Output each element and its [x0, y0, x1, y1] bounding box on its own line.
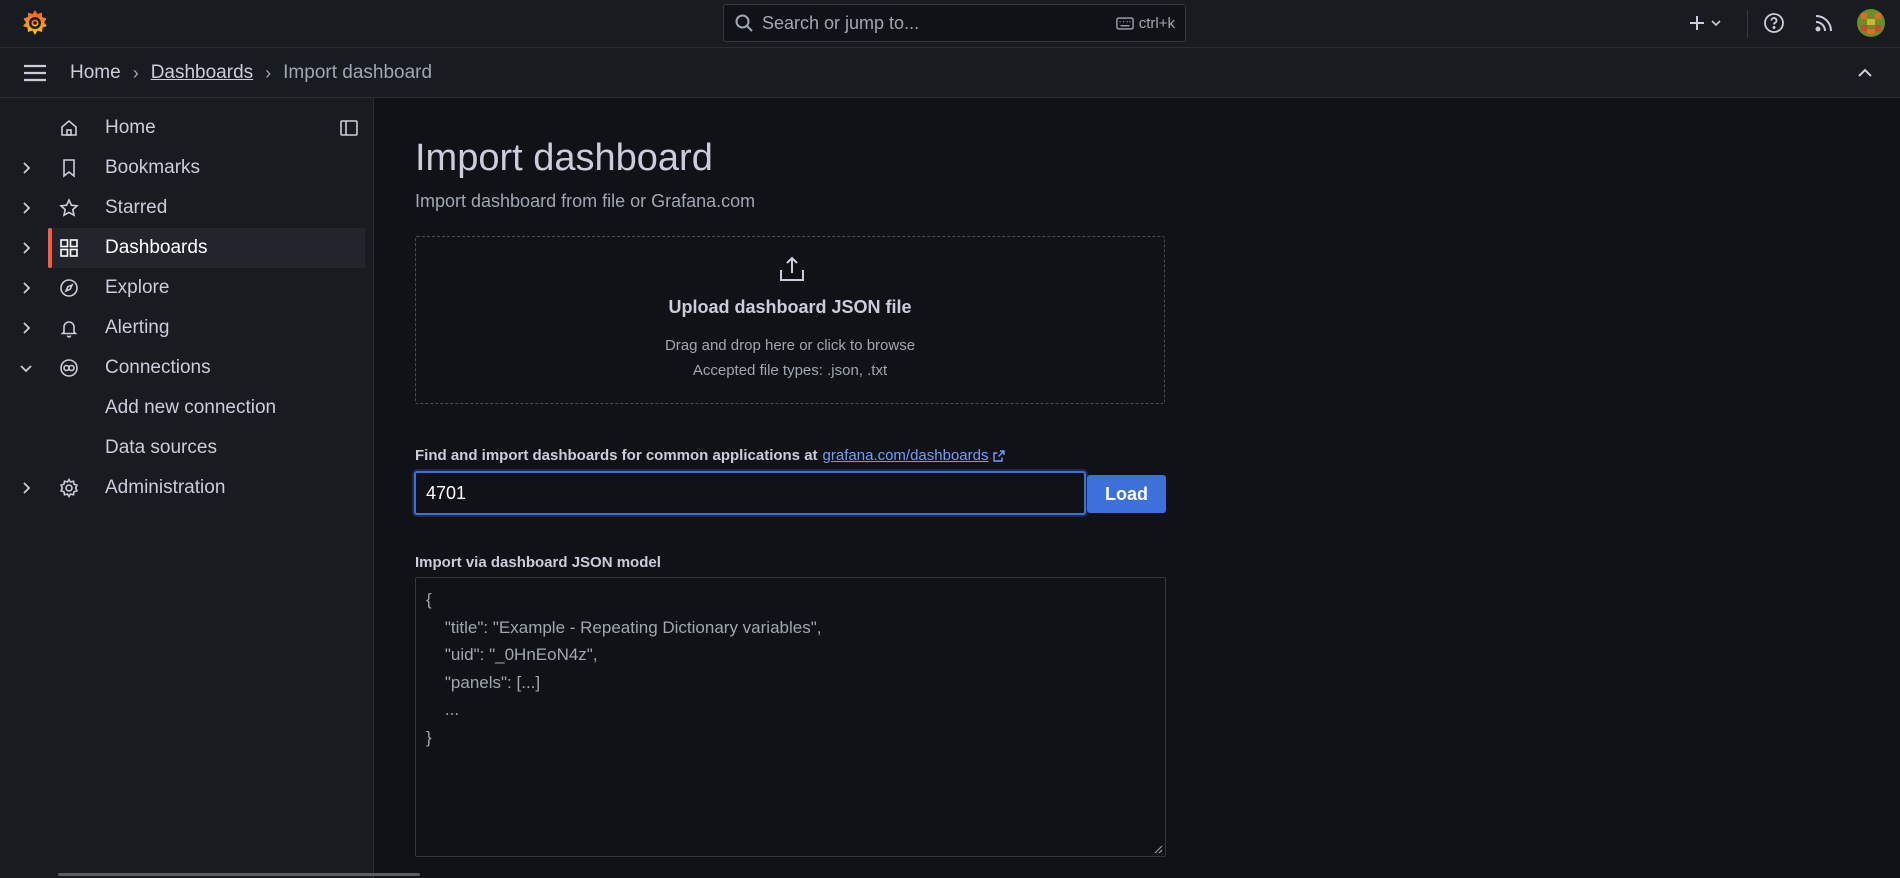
sidebar-item-bookmarks[interactable]: Bookmarks — [0, 148, 365, 188]
breadcrumb-dashboards[interactable]: Dashboards — [151, 62, 253, 84]
json-model-textarea[interactable]: { "title": "Example - Repeating Dictiona… — [415, 577, 1166, 857]
sidebar-item-label: Home — [105, 117, 156, 138]
page-subtitle: Import dashboard from file or Grafana.co… — [415, 191, 756, 211]
cog-icon — [59, 478, 79, 498]
search-bar[interactable]: Search or jump to... ctrl+k — [723, 4, 1186, 42]
apps-icon — [59, 238, 79, 258]
json-model-label: Import via dashboard JSON model — [415, 554, 661, 571]
search-icon — [734, 13, 754, 33]
external-link-icon — [992, 449, 1006, 463]
chevron-right-icon[interactable] — [18, 320, 34, 336]
find-dashboards-label: Find and import dashboards for common ap… — [415, 447, 1006, 464]
page-title: Import dashboard — [415, 137, 713, 179]
top-bar: Search or jump to... ctrl+k — [0, 0, 1900, 48]
search-shortcut: ctrl+k — [1115, 14, 1175, 32]
breadcrumb-separator: › — [132, 62, 139, 83]
sidebar-scrollbar[interactable] — [58, 873, 420, 876]
user-avatar[interactable] — [1857, 9, 1885, 37]
breadcrumb-separator: › — [265, 62, 272, 83]
active-indicator — [48, 228, 52, 268]
bookmark-icon — [59, 158, 79, 178]
sidebar-item-explore[interactable]: Explore — [0, 268, 365, 308]
load-button[interactable]: Load — [1087, 475, 1166, 513]
chevron-down-icon — [1710, 17, 1722, 29]
sidebar-item-label: Bookmarks — [105, 157, 201, 178]
chevron-right-icon[interactable] — [18, 280, 34, 296]
grafana-logo-icon[interactable] — [20, 8, 50, 38]
hamburger-menu-icon[interactable] — [22, 61, 48, 85]
sidebar-item-label: Connections — [105, 357, 211, 378]
sidebar-item-home[interactable]: Home — [0, 108, 365, 148]
upload-hint: Drag and drop here or click to browse — [664, 337, 916, 354]
breadcrumb-home[interactable]: Home — [70, 62, 121, 84]
sidebar-item-label: Dashboards — [105, 237, 208, 258]
topbar-divider — [1747, 10, 1748, 38]
plus-icon — [1688, 14, 1706, 32]
chevron-down-icon[interactable] — [18, 360, 34, 376]
sidebar-item-alerting[interactable]: Alerting — [0, 308, 365, 348]
sidebar-item-administration[interactable]: Administration — [0, 468, 365, 508]
sidebar-item-label: Explore — [105, 277, 170, 298]
sidebar-item-label: Administration — [105, 477, 226, 498]
keyboard-icon — [1115, 16, 1134, 30]
breadcrumb: Home › Dashboards › Import dashboard — [70, 48, 432, 98]
main-content: Import dashboard Import dashboard from f… — [375, 98, 1900, 878]
chevron-right-icon[interactable] — [18, 160, 34, 176]
sidebar-item-dashboards[interactable]: Dashboards — [48, 228, 365, 268]
chevron-right-icon[interactable] — [18, 200, 34, 216]
sidebar-item-starred[interactable]: Starred — [0, 188, 365, 228]
star-icon — [59, 198, 79, 218]
grafana-dashboards-link[interactable]: grafana.com/dashboards — [823, 447, 989, 464]
connections-icon — [59, 358, 79, 378]
upload-icon — [778, 255, 806, 283]
search-shortcut-text: ctrl+k — [1138, 14, 1175, 32]
find-dashboards-text: Find and import dashboards for common ap… — [415, 447, 818, 464]
breadcrumb-current: Import dashboard — [283, 62, 433, 83]
sidebar-item-data-sources[interactable]: Data sources — [105, 428, 217, 468]
sidebar-item-connections[interactable]: Connections — [0, 348, 365, 388]
chevron-up-icon[interactable] — [1855, 63, 1875, 83]
sidebar-item-label: Starred — [105, 197, 168, 218]
upload-accepted-types: Accepted file types: .json, .txt — [692, 362, 888, 379]
sidebar-item-add-new-connection[interactable]: Add new connection — [105, 388, 276, 428]
bell-icon — [59, 318, 79, 338]
sidebar-nav: Home Bookmarks Starred Dashboards Explor… — [0, 98, 420, 878]
search-placeholder: Search or jump to... — [762, 12, 920, 33]
resize-handle-icon[interactable] — [1153, 844, 1163, 854]
upload-dropzone[interactable]: Upload dashboard JSON file Drag and drop… — [415, 236, 1165, 404]
compass-icon — [59, 278, 79, 298]
help-icon[interactable] — [1762, 11, 1786, 35]
dashboard-id-input[interactable] — [414, 471, 1086, 515]
sidebar-item-label: Alerting — [105, 317, 170, 338]
new-menu-button[interactable] — [1688, 10, 1730, 36]
rss-news-icon[interactable] — [1812, 11, 1836, 35]
sidebar-item-dashboards-expander[interactable] — [0, 228, 48, 268]
chevron-right-icon[interactable] — [18, 240, 34, 256]
chevron-right-icon[interactable] — [18, 480, 34, 496]
upload-title: Upload dashboard JSON file — [668, 297, 912, 317]
breadcrumb-bar: Home › Dashboards › Import dashboard — [0, 48, 1900, 98]
home-icon — [59, 118, 79, 138]
